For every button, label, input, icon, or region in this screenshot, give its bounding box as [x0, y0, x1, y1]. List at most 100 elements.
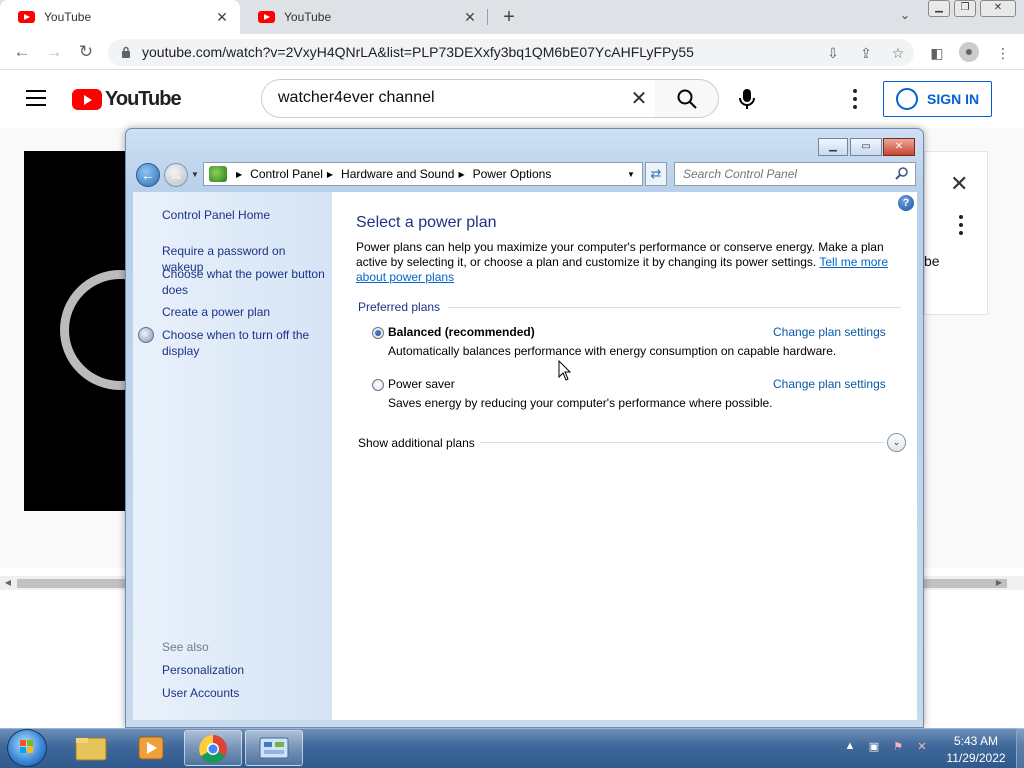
power-saver-change-settings-link[interactable]: Change plan settings — [773, 377, 886, 391]
balanced-radio[interactable] — [372, 327, 384, 339]
close-tab-icon[interactable]: ✕ — [214, 9, 230, 26]
control-panel-icon — [259, 737, 289, 759]
tab-search-chevron-icon[interactable]: ⌄ — [896, 8, 914, 26]
close-tab-icon[interactable]: ✕ — [462, 9, 478, 26]
close-window-button[interactable]: ✕ — [980, 0, 1016, 17]
panel-more-options-icon[interactable] — [958, 215, 964, 235]
youtube-logo[interactable]: YouTube — [72, 88, 182, 111]
profile-avatar-icon[interactable]: ● — [959, 42, 979, 62]
youtube-favicon-icon — [18, 11, 35, 23]
divider — [448, 307, 901, 308]
see-also-heading: See also — [162, 640, 209, 654]
show-additional-plans-label[interactable]: Show additional plans — [358, 436, 475, 450]
taskbar-control-panel[interactable] — [245, 730, 303, 766]
divider — [480, 442, 885, 443]
more-options-icon[interactable] — [852, 89, 858, 109]
control-panel-search-box[interactable] — [674, 162, 916, 186]
new-tab-button[interactable]: + — [498, 6, 520, 28]
create-power-plan-link[interactable]: Create a power plan — [162, 304, 330, 320]
page-description: Power plans can help you maximize your c… — [356, 240, 901, 285]
youtube-play-icon — [72, 89, 102, 110]
close-icon[interactable]: ✕ — [950, 173, 972, 195]
clock-time: 5:43 AM — [953, 734, 999, 748]
preferred-plans-heading: Preferred plans — [358, 300, 441, 314]
taskbar-chrome[interactable] — [184, 730, 242, 766]
youtube-search-button[interactable] — [655, 79, 719, 118]
restore-button[interactable]: ❐ — [954, 0, 976, 17]
folder-icon — [75, 737, 107, 761]
lock-icon[interactable] — [121, 46, 131, 58]
window-maximize-button[interactable]: ▭ — [850, 138, 882, 156]
balanced-plan-description: Automatically balances performance with … — [388, 344, 837, 358]
power-saver-plan-name[interactable]: Power saver — [388, 377, 455, 391]
clear-search-icon[interactable]: ✕ — [628, 88, 650, 110]
turn-off-display-link[interactable]: Choose when to turn off the display — [162, 327, 330, 359]
refresh-icon[interactable]: ⇄ — [645, 162, 667, 186]
bookmark-star-icon[interactable]: ☆ — [889, 44, 907, 62]
scroll-left-icon[interactable]: ◀ — [2, 576, 14, 590]
window-minimize-button[interactable]: ▁ — [818, 138, 848, 156]
sign-in-button[interactable]: SIGN IN — [883, 81, 992, 117]
panel-partial-text: be — [924, 253, 940, 269]
chrome-menu-icon[interactable]: ⋮ — [994, 44, 1012, 62]
share-icon[interactable]: ⇪ — [857, 44, 875, 62]
taskbar-explorer[interactable] — [62, 730, 120, 766]
tab-title: YouTube — [44, 10, 92, 24]
help-icon[interactable]: ? — [898, 195, 914, 211]
search-icon[interactable] — [895, 166, 909, 180]
breadcrumb-control-panel[interactable]: ▶ Control Panel — [232, 167, 323, 181]
search-icon — [677, 89, 697, 109]
tab-separator — [487, 9, 488, 25]
balanced-plan-name[interactable]: Balanced (recommended) — [388, 325, 535, 339]
action-center-icon[interactable]: ⚑ — [890, 740, 906, 756]
display-clock-icon — [138, 327, 154, 343]
user-accounts-link[interactable]: User Accounts — [162, 685, 239, 701]
back-arrow-icon[interactable]: ← — [136, 163, 160, 187]
system-clock[interactable]: 5:43 AM 11/29/2022 — [936, 733, 1016, 767]
hamburger-menu-icon[interactable] — [26, 90, 46, 106]
youtube-logo-text: YouTube — [105, 88, 182, 110]
reload-icon[interactable]: ↻ — [76, 42, 96, 62]
network-icon[interactable]: ▣ — [866, 740, 882, 756]
forward-arrow-icon[interactable]: → — [164, 163, 188, 187]
explorer-address-bar[interactable]: ▶ Control Panel ▶ Hardware and Sound ▶ Powe… — [203, 162, 643, 186]
breadcrumb-power-options[interactable]: ▶ Power Options — [454, 167, 551, 181]
power-saver-radio[interactable] — [372, 379, 384, 391]
start-button[interactable] — [7, 729, 47, 767]
control-panel-home-link[interactable]: Control Panel Home — [162, 208, 270, 222]
forward-arrow-icon[interactable]: → — [44, 42, 64, 62]
address-dropdown-icon[interactable]: ▼ — [627, 170, 635, 179]
balanced-change-settings-link[interactable]: Change plan settings — [773, 325, 886, 339]
volume-muted-icon[interactable]: ✕ — [914, 740, 930, 756]
account-icon — [896, 88, 918, 110]
minimize-button[interactable]: ▁ — [928, 0, 950, 17]
sign-in-label: SIGN IN — [927, 91, 980, 107]
control-panel-search-input[interactable] — [675, 163, 890, 185]
windows-logo-icon — [20, 740, 33, 753]
tab-youtube-1[interactable]: YouTube ✕ — [0, 0, 240, 34]
youtube-search-value[interactable]: watcher4ever channel — [278, 89, 435, 107]
scroll-right-icon[interactable]: ▶ — [993, 576, 1005, 590]
url-text[interactable]: youtube.com/watch?v=2VxyH4QNrLA&list=PLP… — [142, 44, 694, 60]
show-desktop-button[interactable] — [1016, 728, 1024, 768]
personalization-link[interactable]: Personalization — [162, 662, 244, 678]
taskbar-media-player[interactable] — [123, 730, 181, 766]
breadcrumb-hardware-and-sound[interactable]: ▶ Hardware and Sound — [323, 167, 455, 181]
youtube-favicon-icon — [258, 11, 275, 23]
chrome-icon — [199, 735, 227, 763]
control-panel-icon — [209, 166, 227, 182]
back-arrow-icon[interactable]: ← — [12, 42, 32, 62]
tab-title: YouTube — [284, 10, 332, 24]
power-button-link[interactable]: Choose what the power button does — [162, 266, 330, 298]
description-text: Power plans can help you maximize your c… — [356, 240, 884, 269]
microphone-icon[interactable] — [738, 88, 756, 110]
tab-youtube-2[interactable]: YouTube ✕ — [240, 0, 488, 34]
chevron-down-icon[interactable]: ⌄ — [887, 433, 906, 452]
install-icon[interactable]: ⇩ — [824, 44, 842, 62]
tray-expand-icon[interactable]: ▲ — [842, 740, 858, 756]
side-panel-icon[interactable]: ◧ — [928, 44, 946, 62]
mouse-cursor-icon — [558, 360, 572, 381]
recent-pages-dropdown-icon[interactable]: ▼ — [191, 170, 199, 179]
page-title: Select a power plan — [356, 214, 497, 231]
window-close-button[interactable]: ✕ — [883, 138, 915, 156]
